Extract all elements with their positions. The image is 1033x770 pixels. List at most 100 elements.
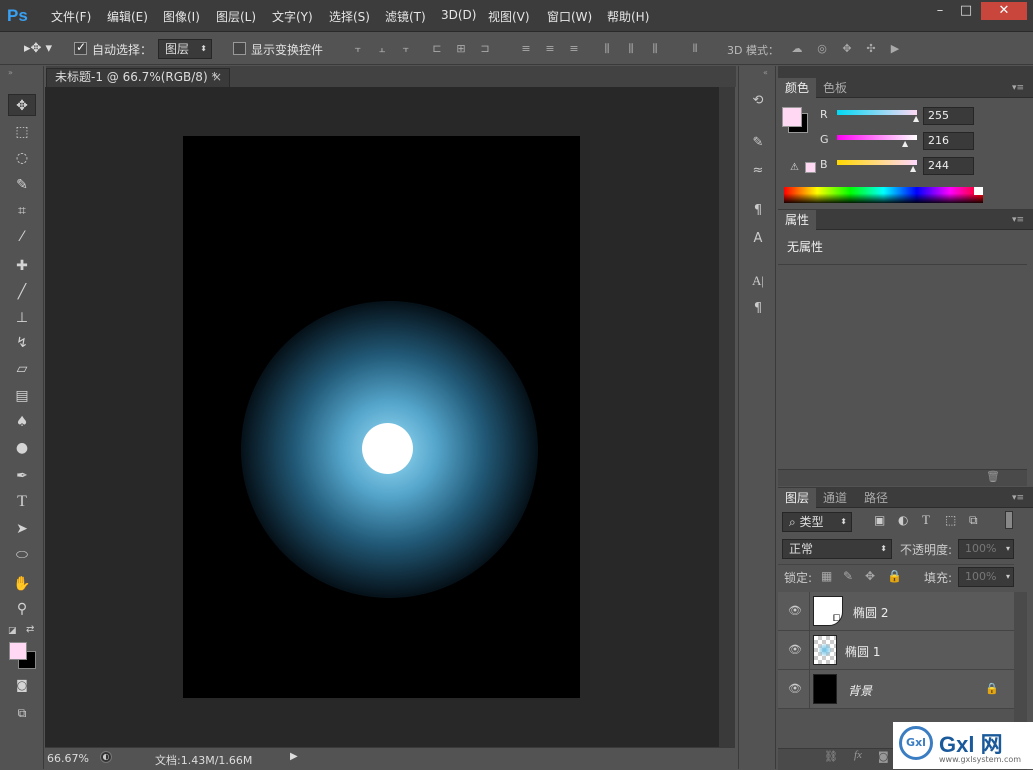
- 3d-rotate-icon[interactable]: ☁: [790, 42, 804, 56]
- menu-filter[interactable]: 滤镜(T): [385, 8, 426, 25]
- clone-stamp-tool-icon[interactable]: ⊥: [8, 307, 36, 329]
- layer-row[interactable]: 👁 ⧠ 椭圆 2: [778, 592, 1014, 631]
- color-spectrum-ramp[interactable]: [784, 187, 983, 203]
- distribute-left-icon[interactable]: ⫼: [600, 42, 614, 56]
- gamut-swatch[interactable]: [805, 162, 816, 173]
- 3d-camera-icon[interactable]: ▶: [888, 42, 902, 56]
- zoom-level[interactable]: 66.67%: [47, 752, 89, 765]
- align-left-icon[interactable]: ⊏: [430, 42, 444, 56]
- show-transform-checkbox[interactable]: [233, 42, 246, 55]
- filter-pixel-icon[interactable]: ▣: [874, 513, 885, 527]
- zoom-tool-icon[interactable]: ⚲: [8, 598, 36, 620]
- lock-transparent-icon[interactable]: ▦: [821, 569, 832, 583]
- paragraph-panel-icon[interactable]: ¶: [747, 298, 769, 320]
- channel-b-input[interactable]: 244: [923, 157, 974, 175]
- auto-align-icon[interactable]: ⫴: [688, 42, 702, 56]
- filter-toggle-switch[interactable]: [1005, 511, 1013, 529]
- distribute-vcenter-icon[interactable]: ≡: [543, 42, 557, 56]
- menu-type[interactable]: 文字(Y): [272, 8, 313, 25]
- color-fg-swatch[interactable]: [782, 107, 802, 127]
- tab-channels[interactable]: 通道: [816, 488, 854, 508]
- tab-color[interactable]: 颜色: [778, 78, 817, 98]
- ellipse-tool-icon[interactable]: ⬭: [8, 544, 36, 566]
- crop-tool-icon[interactable]: ⌗: [8, 200, 36, 222]
- character-panel-icon[interactable]: A|: [747, 270, 769, 292]
- close-button[interactable]: ✕: [981, 2, 1027, 20]
- brush-tool-icon[interactable]: ╱: [8, 281, 36, 303]
- lock-position-icon[interactable]: ✥: [865, 569, 875, 583]
- fill-input[interactable]: 100% ▾: [958, 567, 1014, 587]
- gamut-warning-icon[interactable]: ⚠: [790, 162, 799, 173]
- maximize-button[interactable]: □: [953, 2, 979, 20]
- tab-swatches[interactable]: 色板: [816, 78, 854, 98]
- tab-properties[interactable]: 属性: [778, 210, 817, 230]
- link-layers-icon[interactable]: ⛓: [824, 750, 838, 763]
- align-top-icon[interactable]: ⫟: [351, 42, 365, 56]
- distribute-right-icon[interactable]: ⫼: [648, 42, 662, 56]
- slider-handle-icon[interactable]: ▲: [902, 139, 908, 148]
- marquee-tool-icon[interactable]: ⬚: [8, 121, 36, 143]
- history-panel-icon[interactable]: ⟲: [747, 90, 769, 112]
- channel-r-slider[interactable]: [837, 110, 917, 115]
- close-tab-icon[interactable]: ×: [212, 69, 222, 86]
- panel-menu-icon[interactable]: ▾≡: [1005, 78, 1031, 98]
- filter-adjustment-icon[interactable]: ◐: [898, 513, 908, 527]
- quick-select-tool-icon[interactable]: ✎: [8, 174, 36, 196]
- opacity-input[interactable]: 100% ▾: [958, 539, 1014, 559]
- layer-name[interactable]: 背景: [848, 682, 872, 699]
- align-right-icon[interactable]: ⊐: [478, 42, 492, 56]
- visibility-eye-icon[interactable]: 👁: [788, 682, 802, 696]
- auto-select-target-dropdown[interactable]: 图层 ⬍: [158, 39, 212, 59]
- eraser-tool-icon[interactable]: ▱: [8, 358, 36, 380]
- healing-brush-tool-icon[interactable]: ✚: [8, 255, 36, 277]
- pen-tool-icon[interactable]: ✒: [8, 465, 36, 487]
- filter-type-icon[interactable]: T: [922, 512, 930, 528]
- brush-presets-icon[interactable]: ✎: [747, 132, 769, 154]
- lock-pixels-icon[interactable]: ✎: [843, 569, 853, 583]
- type-tool-icon[interactable]: T: [8, 491, 36, 513]
- channel-g-input[interactable]: 216: [923, 132, 974, 150]
- screen-mode-icon[interactable]: ⧉: [8, 702, 36, 724]
- layer-row[interactable]: 👁 背景 🔒: [778, 670, 1014, 709]
- lock-all-icon[interactable]: 🔒: [887, 569, 902, 583]
- 3d-roll-icon[interactable]: ◎: [815, 42, 829, 56]
- channel-r-input[interactable]: 255: [923, 107, 974, 125]
- expand-panels-icon[interactable]: «: [763, 68, 768, 77]
- align-bottom-icon[interactable]: ⫟: [399, 42, 413, 56]
- tab-paths[interactable]: 路径: [857, 488, 895, 508]
- align-hcenter-icon[interactable]: ⊞: [454, 42, 468, 56]
- distribute-hcenter-icon[interactable]: ⫼: [624, 42, 638, 56]
- menu-help[interactable]: 帮助(H): [607, 8, 649, 25]
- menu-image[interactable]: 图像(I): [163, 8, 200, 25]
- add-mask-icon[interactable]: ◙: [878, 750, 889, 763]
- quick-mask-icon[interactable]: ◙: [8, 674, 36, 696]
- visibility-eye-icon[interactable]: 👁: [788, 604, 802, 618]
- filter-shape-icon[interactable]: ⬚: [945, 513, 956, 527]
- distribute-top-icon[interactable]: ≡: [519, 42, 533, 56]
- gradient-tool-icon[interactable]: ▤: [8, 385, 36, 407]
- history-brush-tool-icon[interactable]: ↯: [8, 332, 36, 354]
- menu-layer[interactable]: 图层(L): [216, 8, 256, 25]
- canvas-area[interactable]: [45, 87, 735, 747]
- layer-style-icon[interactable]: fx: [854, 749, 862, 761]
- swap-colors-icon[interactable]: ⇄: [26, 624, 34, 635]
- slider-handle-icon[interactable]: ▲: [910, 164, 916, 173]
- menu-edit[interactable]: 编辑(E): [107, 8, 148, 25]
- panel-menu-icon[interactable]: ▾≡: [1005, 488, 1031, 508]
- brush-panel-icon[interactable]: ≈: [747, 160, 769, 182]
- layer-filter-dropdown[interactable]: ⌕ 类型 ⬍: [782, 512, 852, 532]
- visibility-eye-icon[interactable]: 👁: [788, 643, 802, 657]
- blur-tool-icon[interactable]: ♠: [8, 411, 36, 433]
- vertical-scrollbar[interactable]: [719, 87, 735, 747]
- panel-menu-icon[interactable]: ▾≡: [1005, 210, 1031, 230]
- eyedropper-tool-icon[interactable]: ⁄: [8, 226, 36, 248]
- 3d-slide-icon[interactable]: ✣: [864, 42, 878, 56]
- auto-select-checkbox[interactable]: [74, 40, 87, 55]
- menu-view[interactable]: 视图(V): [488, 8, 530, 25]
- layer-name[interactable]: 椭圆 1: [845, 643, 880, 660]
- 3d-pan-icon[interactable]: ✥: [840, 42, 854, 56]
- tab-layers[interactable]: 图层: [778, 488, 817, 508]
- minimize-button[interactable]: –: [927, 2, 953, 20]
- collapse-icon[interactable]: »: [8, 68, 13, 77]
- status-icon[interactable]: ◐: [100, 751, 112, 763]
